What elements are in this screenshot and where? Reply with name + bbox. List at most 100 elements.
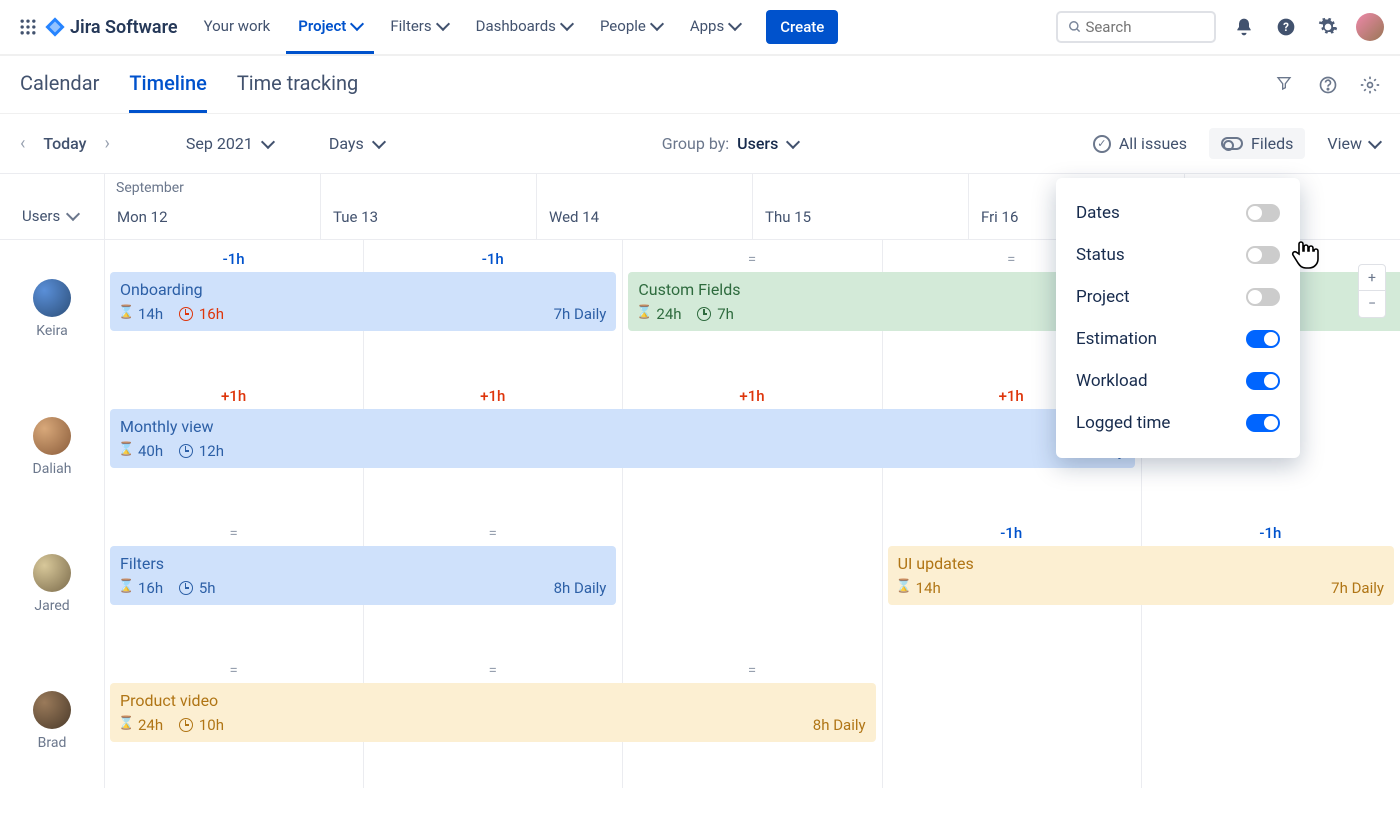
- nav-item-project[interactable]: Project: [286, 1, 374, 54]
- users-column: Users Keira DaliahJared Brad: [0, 173, 104, 789]
- nav-item-your-work[interactable]: Your work: [192, 1, 283, 54]
- jira-logo[interactable]: Jira Software: [44, 16, 178, 38]
- clock-icon: [697, 307, 711, 321]
- notifications-icon[interactable]: [1230, 13, 1258, 41]
- fields-popover: Dates Status Project Estimation Workload Logg…: [1056, 178, 1300, 458]
- user-avatar[interactable]: [1356, 13, 1384, 41]
- group-by-picker[interactable]: Users: [737, 134, 798, 153]
- all-issues-label: All issues: [1119, 134, 1187, 153]
- chevron-down-icon: [261, 134, 275, 148]
- field-toggle-logged-time: Logged time: [1056, 402, 1300, 444]
- help-icon-small[interactable]: [1318, 75, 1338, 95]
- today-button[interactable]: Today: [43, 134, 86, 153]
- settings-icon-small[interactable]: [1360, 75, 1380, 95]
- search-box[interactable]: [1056, 11, 1216, 43]
- toggle-switch[interactable]: [1246, 204, 1280, 222]
- cursor-hand-icon: [1290, 238, 1320, 279]
- task-daily: 7h Daily: [1331, 579, 1384, 597]
- task-estimate: 16h: [138, 579, 163, 597]
- toggle-icon: [1221, 137, 1243, 150]
- toggle-switch[interactable]: [1246, 288, 1280, 306]
- search-input[interactable]: [1085, 18, 1204, 36]
- nav-item-apps[interactable]: Apps: [678, 1, 752, 54]
- prev-arrow[interactable]: ‹: [20, 133, 25, 154]
- clock-icon: [179, 307, 193, 321]
- day-header-cell: Tue 13: [320, 174, 536, 239]
- user-avatar-small: [33, 417, 71, 455]
- toggle-switch[interactable]: [1246, 246, 1280, 264]
- nav-item-dashboards[interactable]: Dashboards: [464, 1, 584, 54]
- chevron-down-icon: [350, 16, 364, 30]
- field-toggle-dates: Dates: [1056, 192, 1300, 234]
- help-icon[interactable]: ?: [1272, 13, 1300, 41]
- hourglass-icon: [638, 307, 650, 321]
- settings-icon[interactable]: [1314, 13, 1342, 41]
- task-bar[interactable]: UI updates14h7h Daily: [888, 546, 1394, 605]
- clock-icon: [179, 581, 193, 595]
- workload-summary: =: [622, 661, 881, 679]
- chevron-down-icon: [66, 206, 80, 220]
- chevron-down-icon: [560, 16, 574, 30]
- workload-summary: +1h: [622, 387, 881, 405]
- task-logged: 10h: [199, 716, 224, 734]
- day-header-cell: Mon 12: [104, 174, 320, 239]
- user-name: Brad: [38, 735, 67, 751]
- next-arrow[interactable]: ›: [105, 133, 110, 154]
- field-label: Project: [1076, 287, 1130, 307]
- field-label: Status: [1076, 245, 1125, 265]
- user-cell-daliah[interactable]: Daliah: [0, 378, 104, 515]
- chevron-down-icon: [650, 16, 664, 30]
- user-cell-keira[interactable]: Keira: [0, 240, 104, 378]
- toggle-switch[interactable]: [1246, 330, 1280, 348]
- subtab-calendar[interactable]: Calendar: [20, 56, 99, 113]
- month-picker[interactable]: Sep 2021: [186, 134, 273, 153]
- task-bar[interactable]: Onboarding14h 16h7h Daily: [110, 272, 616, 331]
- task-logged: 12h: [199, 442, 224, 460]
- task-bar[interactable]: Filters16h 5h8h Daily: [110, 546, 616, 605]
- group-by-value: Users: [737, 134, 778, 153]
- task-estimate: 24h: [656, 305, 681, 323]
- zoom-out-button[interactable]: −: [1359, 291, 1385, 317]
- zoom-in-button[interactable]: +: [1359, 265, 1385, 291]
- field-toggle-workload: Workload: [1056, 360, 1300, 402]
- user-name: Keira: [36, 323, 68, 339]
- clock-icon: [179, 444, 193, 458]
- check-circle-icon: [1093, 135, 1111, 153]
- task-daily: 8h Daily: [554, 579, 607, 597]
- task-bar[interactable]: Monthly view40h 12h10h Daily: [110, 409, 1135, 468]
- user-cell-brad[interactable]: Brad: [0, 652, 104, 789]
- toggle-switch[interactable]: [1246, 414, 1280, 432]
- nav-item-filters[interactable]: Filters: [378, 1, 459, 54]
- fields-button[interactable]: Fileds: [1209, 128, 1305, 159]
- view-button[interactable]: View: [1327, 134, 1380, 153]
- field-label: Dates: [1076, 203, 1120, 223]
- task-estimate: 14h: [138, 305, 163, 323]
- toggle-switch[interactable]: [1246, 372, 1280, 390]
- filter-icon[interactable]: [1276, 75, 1296, 95]
- hourglass-icon: [120, 307, 132, 321]
- month-label: Sep 2021: [186, 134, 253, 153]
- users-header[interactable]: Users: [0, 174, 104, 240]
- field-label: Logged time: [1076, 413, 1170, 433]
- app-switcher-icon[interactable]: [16, 15, 40, 39]
- create-button[interactable]: Create: [766, 10, 838, 44]
- task-title: Monthly view: [120, 417, 1125, 436]
- nav-item-people[interactable]: People: [588, 1, 674, 54]
- user-avatar-small: [33, 554, 71, 592]
- task-bar[interactable]: Product video24h 10h8h Daily: [110, 683, 876, 742]
- subtab-timeline[interactable]: Timeline: [129, 56, 206, 113]
- user-cell-jared[interactable]: Jared: [0, 515, 104, 652]
- scale-label: Days: [329, 134, 364, 153]
- field-toggle-status: Status: [1056, 234, 1300, 276]
- scale-picker[interactable]: Days: [329, 134, 384, 153]
- field-label: Estimation: [1076, 329, 1157, 349]
- workload-summary: +1h: [104, 387, 363, 405]
- workload-summary: =: [104, 524, 363, 542]
- chevron-down-icon: [436, 16, 450, 30]
- workload-summary: -1h: [363, 250, 622, 268]
- hourglass-icon: [120, 581, 132, 595]
- timeline-row: ==-1h-1hFilters16h 5h8h DailyUI updates1…: [104, 514, 1400, 651]
- all-issues-button[interactable]: All issues: [1093, 134, 1187, 153]
- subtab-time-tracking[interactable]: Time tracking: [237, 56, 358, 113]
- field-toggle-project: Project: [1056, 276, 1300, 318]
